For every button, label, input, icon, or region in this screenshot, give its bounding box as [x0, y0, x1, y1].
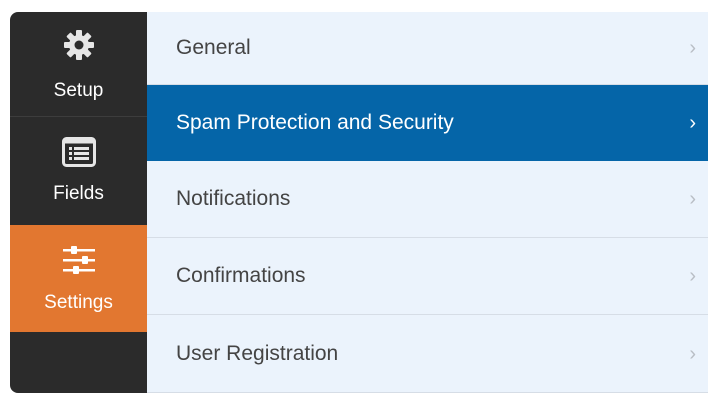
menu-item-user-registration[interactable]: User Registration › — [147, 315, 708, 393]
chevron-right-icon: › — [689, 265, 696, 287]
chevron-right-icon: › — [689, 37, 696, 59]
sidebar-item-label: Setup — [53, 80, 104, 101]
settings-menu: General › Spam Protection and Security ›… — [147, 12, 708, 393]
chevron-right-icon: › — [689, 342, 696, 365]
sidebar-item-setup[interactable]: Setup — [10, 12, 147, 117]
menu-item-label: General — [176, 36, 251, 59]
chevron-right-icon: › — [689, 111, 696, 134]
sliders-icon — [61, 245, 97, 275]
gear-icon — [62, 28, 96, 62]
form-builder-panel: Setup Fields Settings General › Spam Pro… — [10, 12, 708, 393]
menu-item-spam-protection[interactable]: Spam Protection and Security › — [147, 85, 708, 161]
sidebar-item-fields[interactable]: Fields — [10, 117, 147, 224]
menu-item-label: Spam Protection and Security — [176, 110, 454, 134]
menu-item-confirmations[interactable]: Confirmations › — [147, 238, 708, 315]
sidebar-item-label: Fields — [53, 183, 104, 204]
menu-item-general[interactable]: General › — [147, 12, 708, 85]
menu-item-label: Notifications — [176, 187, 291, 210]
sidebar-item-label: Settings — [44, 292, 113, 313]
chevron-right-icon: › — [689, 188, 696, 210]
sidebar-item-settings[interactable]: Settings — [10, 225, 147, 332]
menu-item-label: User Registration — [176, 341, 339, 365]
builder-sidebar: Setup Fields Settings — [10, 12, 147, 393]
menu-item-notifications[interactable]: Notifications › — [147, 161, 708, 238]
menu-item-label: Confirmations — [176, 264, 306, 287]
list-icon — [61, 137, 96, 167]
